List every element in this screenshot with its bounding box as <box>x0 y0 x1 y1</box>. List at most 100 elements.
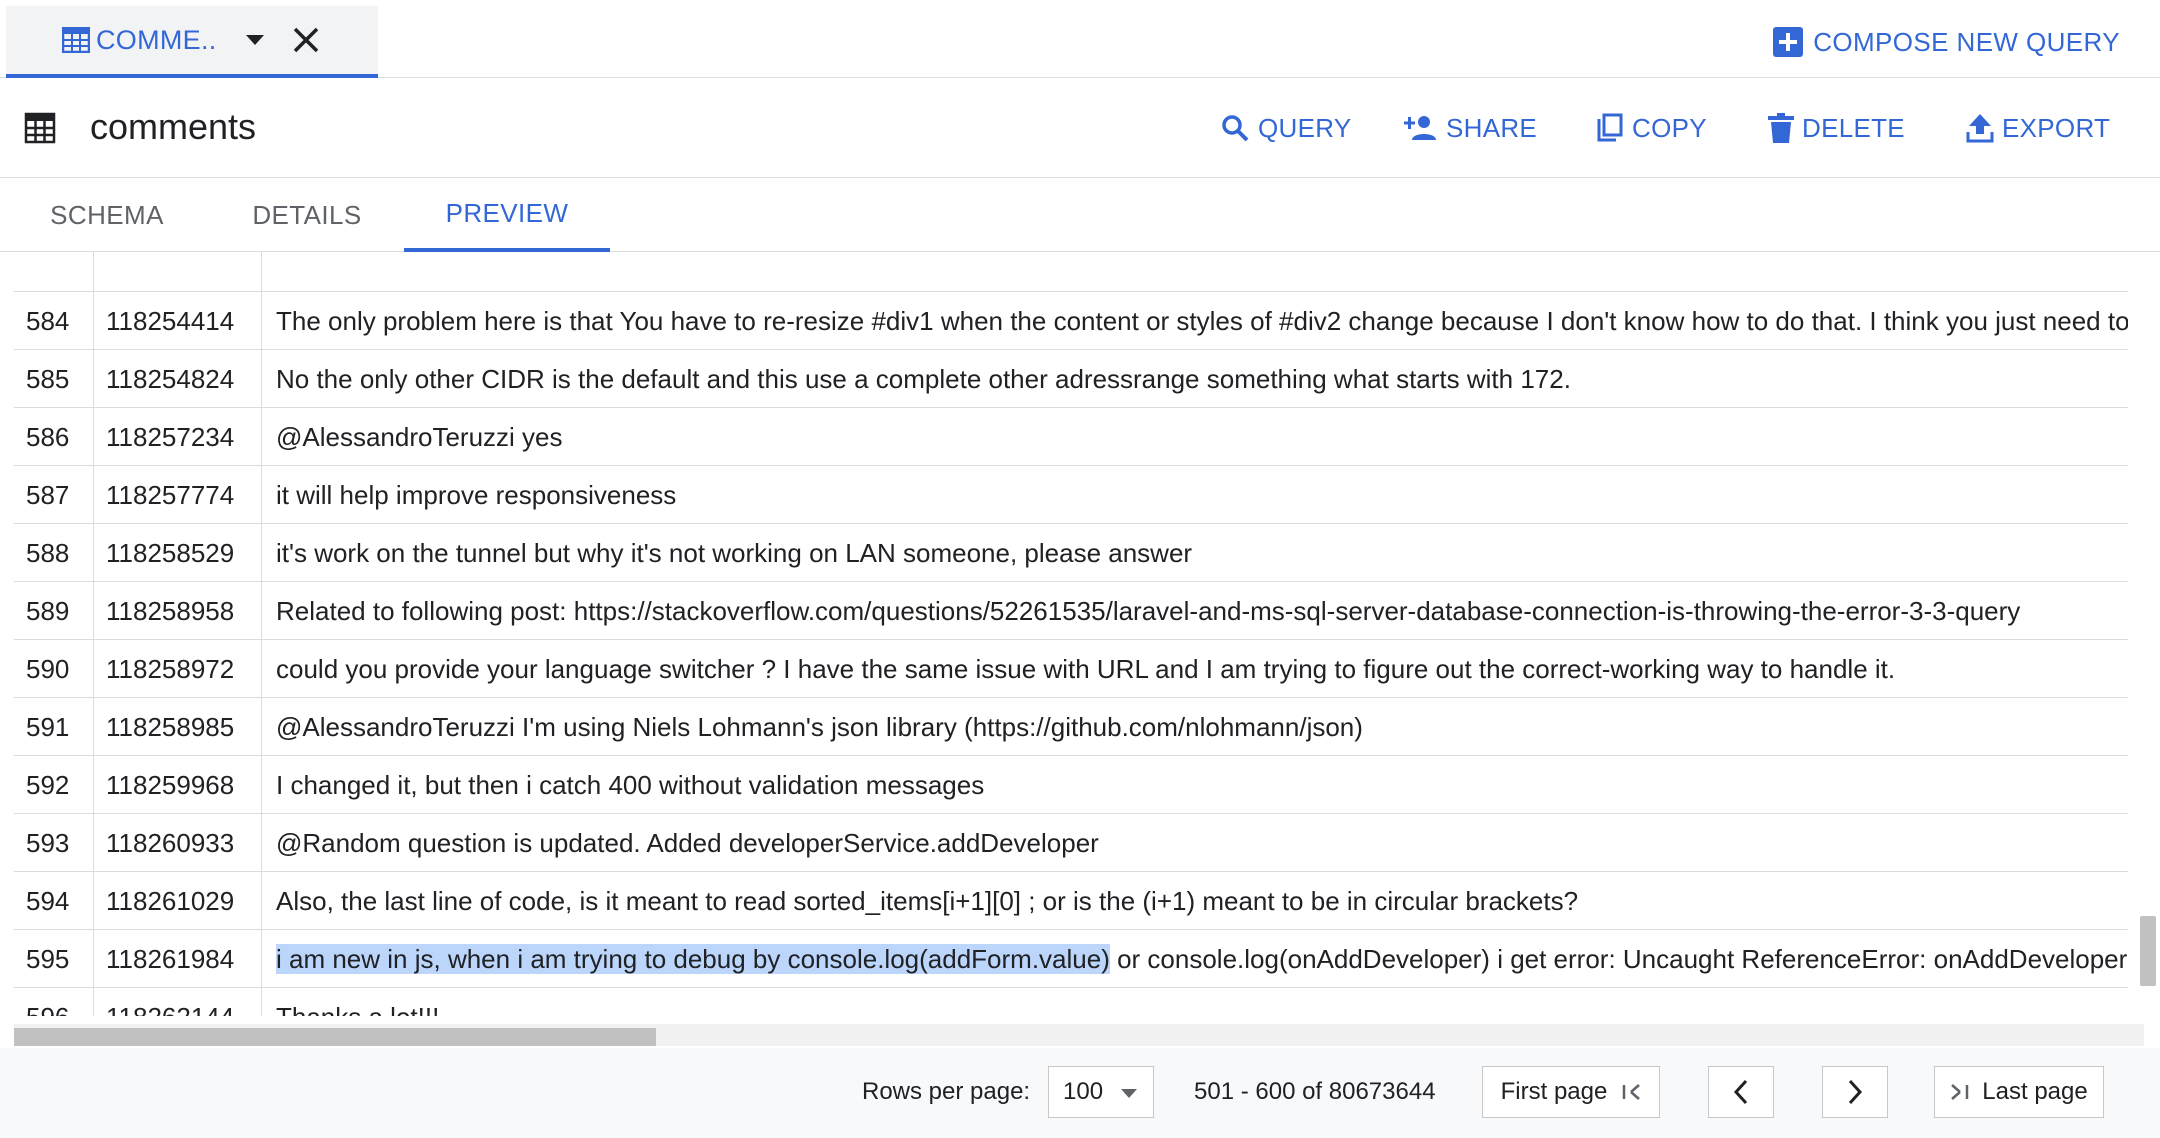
cell-id: 118254824 <box>94 350 262 408</box>
first-page-icon <box>1623 1084 1641 1100</box>
share-button[interactable]: SHARE <box>1404 108 1537 148</box>
pagination-bar: Rows per page: 100 501 - 600 of 80673644… <box>0 1048 2160 1138</box>
row-number: 590 <box>14 640 94 698</box>
row-number: 595 <box>14 930 94 988</box>
cell-id: 118258972 <box>94 640 262 698</box>
last-page-icon <box>1951 1084 1969 1100</box>
tab-comments[interactable]: COMME... <box>6 6 378 78</box>
tab-preview-label: PREVIEW <box>445 197 569 228</box>
cell-text: I changed it, but then i catch 400 witho… <box>276 770 985 800</box>
cell-text: could you provide your language switcher… <box>276 654 1896 684</box>
table-row[interactable]: 585 118254824 No the only other CIDR is … <box>14 350 2128 408</box>
table-header: comments QUERY SHARE COPY DELETE EXPORT <box>0 78 2160 178</box>
table-row[interactable]: 588 118258529 it's work on the tunnel bu… <box>14 524 2128 582</box>
table-row-partial <box>14 252 2128 292</box>
cell-id: 118260933 <box>94 814 262 872</box>
preview-table[interactable]: 584 118254414 The only problem here is t… <box>0 252 2160 1016</box>
table-row[interactable]: 590 118258972 could you provide your lan… <box>14 640 2128 698</box>
rows-per-page-select[interactable]: 100 <box>1048 1066 1154 1118</box>
table-row[interactable]: 589 118258958 Related to following post:… <box>14 582 2128 640</box>
cell-id: 118261029 <box>94 872 262 930</box>
chevron-left-icon <box>1733 1079 1748 1105</box>
cell-text: No the only other CIDR is the default an… <box>276 364 1571 394</box>
cell-text: The only problem here is that You have t… <box>276 306 2128 336</box>
export-button[interactable]: EXPORT <box>1966 108 2110 148</box>
tab-preview[interactable]: PREVIEW <box>404 178 610 252</box>
table-row[interactable]: 587 118257774 it will help improve respo… <box>14 466 2128 524</box>
cell-id: 118258529 <box>94 524 262 582</box>
delete-button[interactable]: DELETE <box>1768 108 1905 148</box>
table-icon <box>58 22 94 58</box>
rows-per-page-label: Rows per page: <box>862 1078 1031 1105</box>
chevron-right-icon <box>1848 1079 1863 1105</box>
row-number: 592 <box>14 756 94 814</box>
person-add-icon <box>1404 116 1436 140</box>
trash-icon <box>1768 113 1794 143</box>
sub-tabs: SCHEMA DETAILS PREVIEW <box>0 178 2160 252</box>
tab-schema-label: SCHEMA <box>50 199 164 230</box>
copy-button[interactable]: COPY <box>1596 108 1707 148</box>
tab-label: COMME... <box>96 24 218 55</box>
close-icon[interactable] <box>288 22 324 58</box>
cell-text: it will help improve responsiveness <box>276 480 677 510</box>
cell-text: @Random question is updated. Added devel… <box>276 828 1099 858</box>
table-icon <box>24 112 56 144</box>
cell-text: @AlessandroTeruzzi I'm using Niels Lohma… <box>276 712 1363 742</box>
horizontal-scrollbar-thumb[interactable] <box>14 1028 656 1046</box>
copy-icon <box>1597 113 1623 142</box>
row-number: 591 <box>14 698 94 756</box>
cell-id: 118257774 <box>94 466 262 524</box>
previous-page-button[interactable] <box>1708 1066 1774 1118</box>
cell-text: Thanks a lot!!! <box>262 988 2128 1016</box>
row-number: 594 <box>14 872 94 930</box>
page-title: comments <box>90 106 257 147</box>
tab-details-label: DETAILS <box>252 199 362 230</box>
compose-new-query-button[interactable]: COMPOSE NEW QUERY <box>1773 24 2120 60</box>
row-number: 588 <box>14 524 94 582</box>
cell-text: Also, the last line of code, is it meant… <box>276 886 1579 916</box>
table-row[interactable]: 596 118262144 Thanks a lot!!! <box>14 988 2128 1016</box>
row-number: 593 <box>14 814 94 872</box>
cell-id: 118257234 <box>94 408 262 466</box>
row-number: 596 <box>14 988 94 1016</box>
table-row[interactable]: 593 118260933 @Random question is update… <box>14 814 2128 872</box>
delete-label: DELETE <box>1802 112 1905 143</box>
table-row[interactable]: 591 118258985 @AlessandroTeruzzi I'm usi… <box>14 698 2128 756</box>
cell-id: 118258985 <box>94 698 262 756</box>
chevron-down-icon[interactable] <box>240 25 270 55</box>
row-number: 587 <box>14 466 94 524</box>
query-button[interactable]: QUERY <box>1220 108 1352 148</box>
chevron-down-icon <box>1121 1089 1137 1098</box>
rows-per-page-value: 100 <box>1063 1078 1104 1105</box>
compose-label: COMPOSE NEW QUERY <box>1813 26 2120 57</box>
vertical-scrollbar-thumb[interactable] <box>2140 916 2156 986</box>
share-label: SHARE <box>1446 112 1538 143</box>
row-number: 584 <box>14 292 94 350</box>
tab-details[interactable]: DETAILS <box>222 178 392 252</box>
table-row[interactable]: 584 118254414 The only problem here is t… <box>14 292 2128 350</box>
cell-id: 118254414 <box>94 292 262 350</box>
row-number: 589 <box>14 582 94 640</box>
cell-text: @AlessandroTeruzzi yes <box>276 422 563 452</box>
next-page-button[interactable] <box>1822 1066 1888 1118</box>
selected-text: i am new in js, when i am trying to debu… <box>276 944 1110 974</box>
tab-schema[interactable]: SCHEMA <box>22 178 192 252</box>
upload-icon <box>1966 114 1994 143</box>
cell-text[interactable]: i am new in js, when i am trying to debu… <box>262 930 2128 988</box>
first-page-label: First page <box>1500 1078 1608 1105</box>
cell-id: 118259968 <box>94 756 262 814</box>
first-page-button[interactable]: First page <box>1482 1066 1660 1118</box>
last-page-label: Last page <box>1982 1078 2088 1105</box>
table-row[interactable]: 594 118261029 Also, the last line of cod… <box>14 872 2128 930</box>
row-number: 585 <box>14 350 94 408</box>
cell-text-rest: or console.log(onAddDeveloper) i get err… <box>1109 944 2128 974</box>
table-row[interactable]: 592 118259968 I changed it, but then i c… <box>14 756 2128 814</box>
cell-id: 118261984 <box>94 930 262 988</box>
row-number: 586 <box>14 408 94 466</box>
table-row[interactable]: 586 118257234 @AlessandroTeruzzi yes <box>14 408 2128 466</box>
cell-id: 118258958 <box>94 582 262 640</box>
table-row[interactable]: 595 118261984 i am new in js, when i am … <box>14 930 2128 988</box>
cell-id: 118262144 <box>94 988 262 1016</box>
last-page-button[interactable]: Last page <box>1934 1066 2104 1118</box>
export-label: EXPORT <box>2002 112 2111 143</box>
